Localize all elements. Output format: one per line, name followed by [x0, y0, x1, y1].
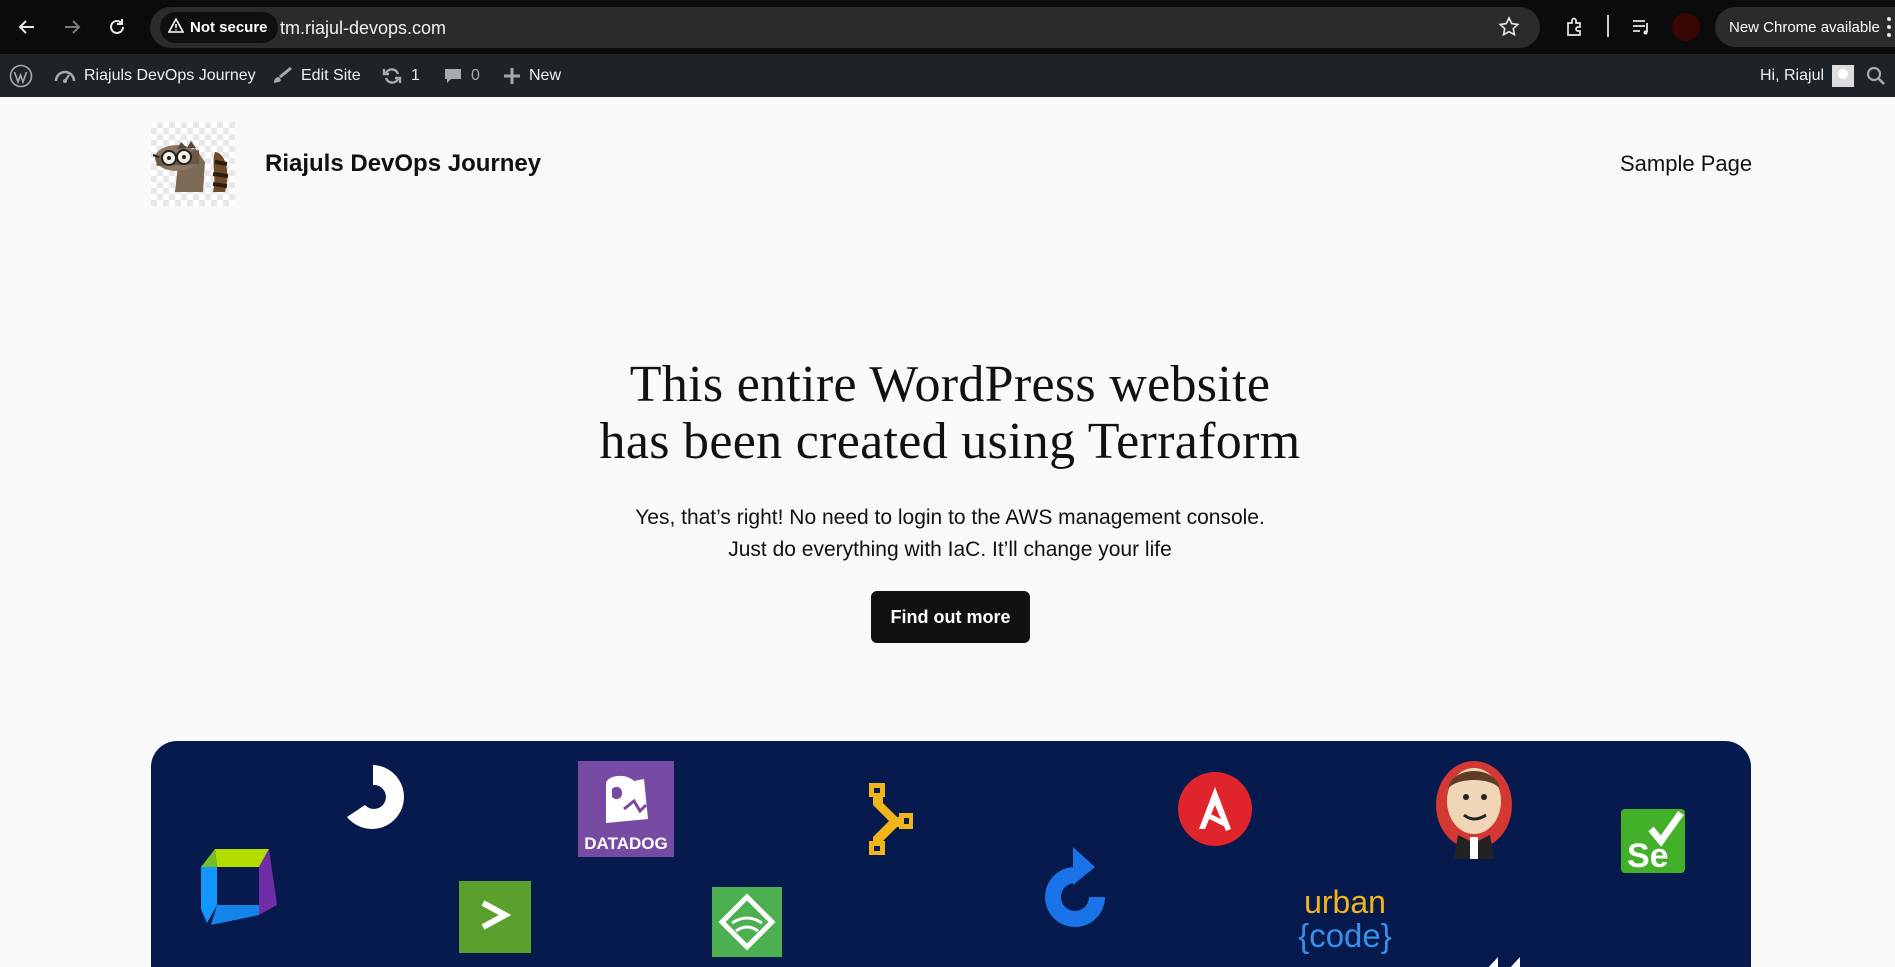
devops-tools-banner: DATADOG Se urban {code}	[151, 741, 1751, 967]
new-content-link[interactable]: New	[503, 54, 561, 97]
chrome-update-button[interactable]: New Chrome available	[1715, 7, 1895, 47]
hero-heading: This entire WordPress website has been c…	[550, 356, 1350, 470]
bookmark-star-icon[interactable]	[1498, 16, 1520, 43]
warning-icon	[167, 17, 185, 37]
dashboard-icon	[54, 66, 76, 86]
hero-heading-line-2: has been created using Terraform	[599, 413, 1301, 470]
reload-icon[interactable]	[102, 12, 132, 42]
selenium-label: Se	[1627, 837, 1669, 873]
paintbrush-icon	[271, 66, 293, 86]
selenium-icon: Se	[1621, 809, 1685, 878]
extensions-icon[interactable]	[1560, 12, 1590, 42]
plus-icon	[503, 67, 521, 85]
hero-heading-line-1: This entire WordPress website	[629, 356, 1271, 413]
pipeline-icon	[865, 781, 915, 860]
comments-count: 0	[471, 66, 480, 84]
updates-icon	[381, 66, 403, 86]
wordpress-logo-icon	[9, 64, 33, 88]
security-chip[interactable]: Not secure	[160, 12, 278, 43]
forward-icon[interactable]	[57, 12, 87, 42]
raccoon-mascot-icon	[152, 141, 229, 192]
urbancode-icon: urban {code}	[1291, 881, 1401, 966]
security-label: Not secure	[190, 19, 268, 36]
greeting-text: Hi, Riajul	[1760, 66, 1825, 84]
toolbar-divider	[1607, 15, 1609, 37]
profile-avatar[interactable]	[1672, 13, 1700, 41]
nav-sample-page[interactable]: Sample Page	[1620, 151, 1752, 177]
my-account-menu[interactable]: Hi, Riajul	[1760, 54, 1855, 97]
find-out-more-button[interactable]: Find out more	[871, 591, 1030, 643]
circleci-icon	[337, 761, 409, 838]
url-text[interactable]: tm.riajul-devops.com	[280, 18, 446, 39]
search-icon	[1866, 66, 1886, 86]
dynatrace-icon	[197, 845, 281, 934]
hero-description: Yes, that’s right! No need to login to t…	[550, 502, 1350, 566]
wp-admin-bar: Riajuls DevOps Journey Edit Site 1 0 New…	[0, 54, 1895, 97]
browser-toolbar: Not secure tm.riajul-devops.com New Chro…	[0, 0, 1895, 54]
comment-icon	[443, 66, 463, 86]
updates-count: 1	[411, 66, 420, 84]
hero-text-line-1: Yes, that’s right! No need to login to t…	[635, 506, 1265, 529]
datadog-label: DATADOG	[584, 834, 667, 853]
admin-site-link[interactable]: Riajuls DevOps Journey	[54, 54, 256, 97]
admin-site-name: Riajuls DevOps Journey	[84, 66, 256, 84]
urbancode-line-1: urban	[1304, 884, 1386, 920]
more-menu-icon[interactable]	[1886, 16, 1892, 43]
address-bar[interactable]: Not secure tm.riajul-devops.com	[150, 7, 1540, 48]
new-label: New	[529, 66, 562, 84]
hero-text-line-2: Just do everything with IaC. It’ll chang…	[728, 538, 1172, 561]
admin-search[interactable]	[1866, 54, 1886, 97]
urbancode-line-2: {code}	[1298, 917, 1392, 954]
updates-link[interactable]: 1	[381, 54, 420, 97]
powershell-icon	[459, 881, 531, 958]
refresh-ci-icon	[1033, 845, 1117, 946]
back-icon[interactable]	[12, 12, 42, 42]
jenkins-icon	[1434, 759, 1514, 872]
wordpress-menu[interactable]	[9, 54, 33, 97]
comments-link[interactable]: 0	[443, 54, 480, 97]
site-title[interactable]: Riajuls DevOps Journey	[265, 150, 541, 178]
site-logo[interactable]	[151, 122, 235, 206]
sumo-icon	[712, 887, 782, 962]
chrome-update-label: New Chrome available	[1729, 18, 1880, 36]
fast-forward-icon	[1476, 951, 1566, 967]
user-avatar	[1832, 64, 1855, 87]
edit-site-label: Edit Site	[301, 66, 361, 84]
media-control-icon[interactable]	[1626, 12, 1656, 42]
edit-site-link[interactable]: Edit Site	[271, 54, 361, 97]
datadog-icon: DATADOG	[578, 761, 674, 862]
ansible-icon	[1177, 771, 1253, 852]
